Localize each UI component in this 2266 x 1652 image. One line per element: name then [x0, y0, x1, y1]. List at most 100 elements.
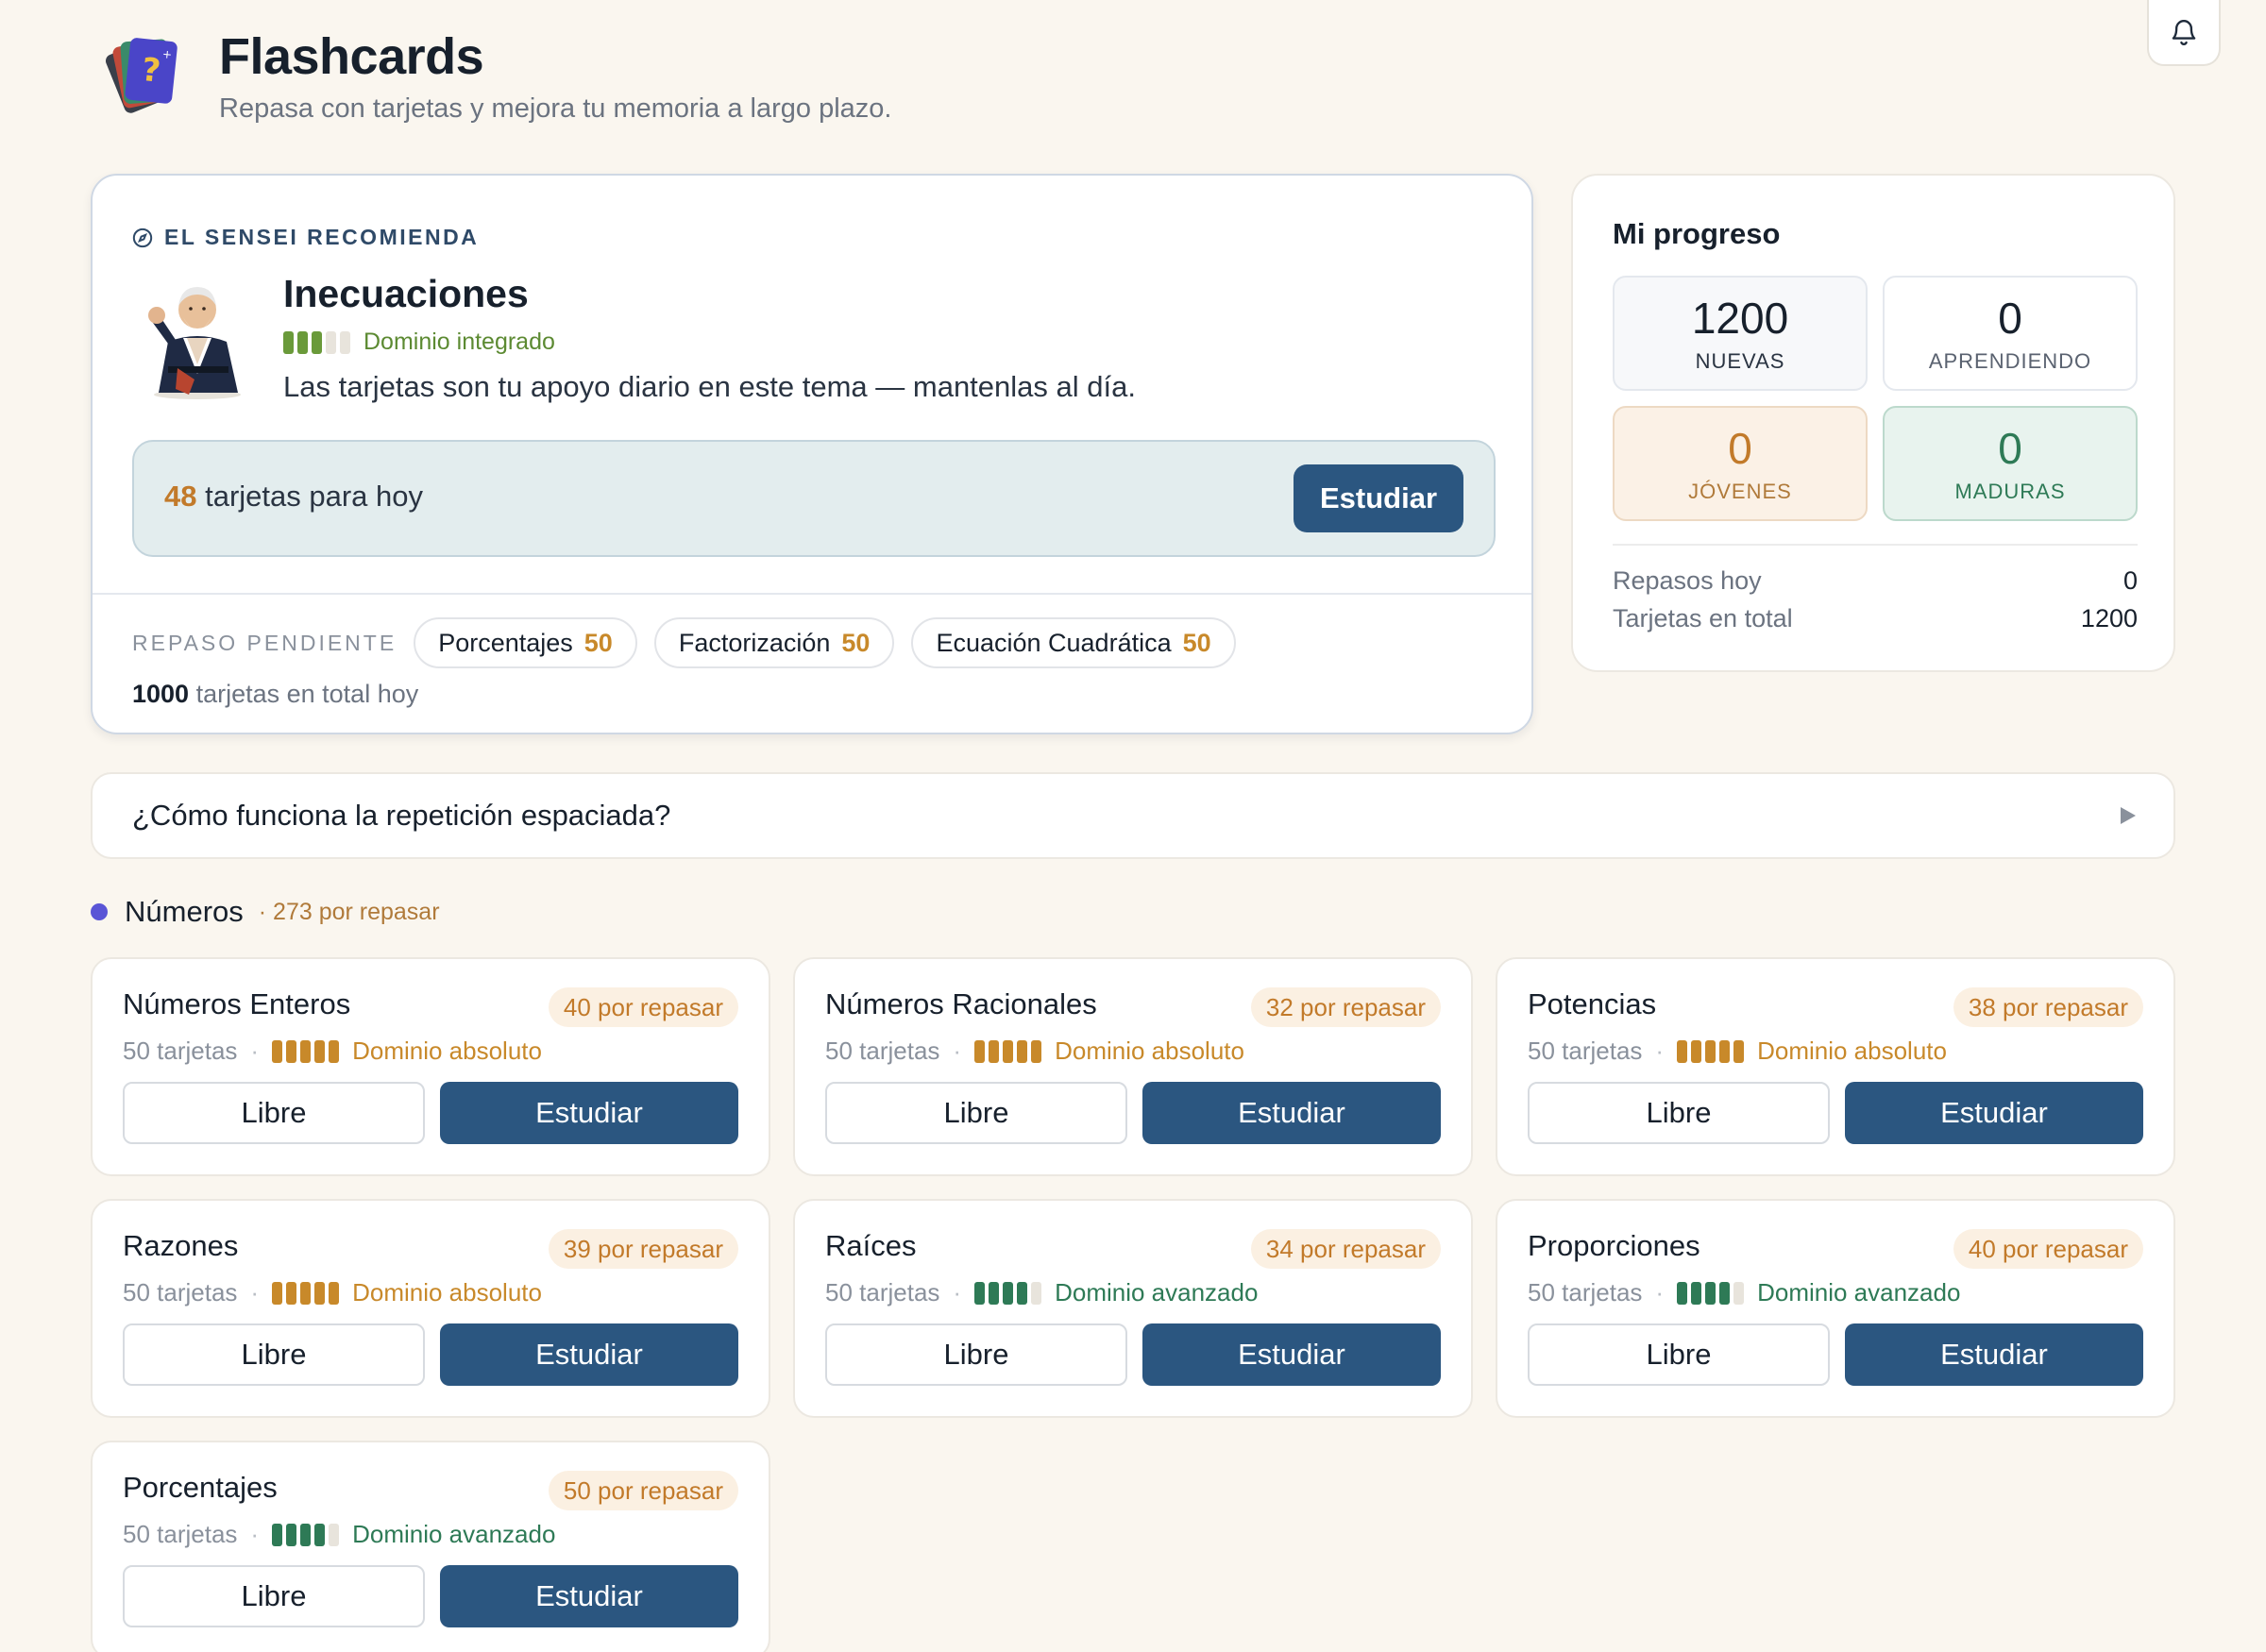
- sensei-avatar: [148, 287, 241, 399]
- mastery-level-bars: [1677, 1039, 1745, 1063]
- flashcards-logo-icon: ? +: [105, 38, 178, 113]
- mastery-bar-filled: [974, 1039, 986, 1063]
- stat-mature-label: MADURAS: [1954, 480, 2066, 503]
- study-button[interactable]: Estudiar: [1845, 1082, 2143, 1144]
- deck-name: Números Racionales: [825, 987, 1097, 1020]
- deck-meta: 50 tarjetas · Dominio absoluto: [825, 1037, 1244, 1066]
- free-study-button[interactable]: Libre: [123, 1565, 425, 1627]
- expand-arrow-icon: [2121, 807, 2136, 824]
- free-study-button[interactable]: Libre: [825, 1082, 1127, 1144]
- mastery-bar-filled: [989, 1281, 1000, 1305]
- pending-chip-ecuacion-cuadratica[interactable]: Ecuación Cuadrática 50: [911, 617, 1236, 668]
- sensei-recommendation-card: EL SENSEI RECOMIENDA Inecuaciones Domini…: [91, 174, 1533, 734]
- mastery-level-bars: [272, 1039, 340, 1063]
- page-subtitle: Repasa con tarjetas y mejora tu memoria …: [219, 93, 892, 124]
- free-study-button[interactable]: Libre: [1528, 1323, 1830, 1386]
- total-today-label: tarjetas en total hoy: [189, 680, 419, 708]
- mastery-bar-filled: [300, 1281, 312, 1305]
- deck-due-badge: 40 por repasar: [1953, 1229, 2143, 1269]
- mastery-level-label: Dominio integrado: [364, 329, 555, 355]
- notifications-button[interactable]: [2147, 0, 2221, 66]
- deck-card-potencias: Potencias 38 por repasar 50 tarjetas · D…: [1496, 957, 2175, 1176]
- stat-learning: 0 APRENDIENDO: [1883, 276, 2138, 391]
- study-button[interactable]: Estudiar: [1845, 1323, 2143, 1386]
- separator-dot: ·: [953, 1278, 962, 1306]
- deck-name: Proporciones: [1528, 1229, 1700, 1262]
- stat-new: 1200 NUEVAS: [1613, 276, 1868, 391]
- study-button[interactable]: Estudiar: [440, 1323, 738, 1386]
- mastery-bar-filled: [329, 1281, 340, 1305]
- stat-mature-value: 0: [1998, 424, 2022, 473]
- deck-mastery-label: Dominio absoluto: [1055, 1037, 1244, 1065]
- study-recommended-button[interactable]: Estudiar: [1294, 464, 1463, 532]
- deck-card-count: 50 tarjetas: [825, 1278, 940, 1306]
- mastery-bar-filled: [1017, 1039, 1028, 1063]
- chip-count: 50: [1182, 628, 1211, 657]
- mastery-bar-filled: [286, 1039, 297, 1063]
- today-cards-count: 48: [164, 480, 197, 513]
- free-study-button[interactable]: Libre: [123, 1082, 425, 1144]
- bell-icon: [2172, 20, 2196, 45]
- study-button[interactable]: Estudiar: [1142, 1082, 1441, 1144]
- mastery-bar-filled: [1677, 1039, 1688, 1063]
- page-title: Flashcards: [219, 27, 484, 85]
- mastery-bar-filled: [1017, 1281, 1028, 1305]
- pending-review-row: REPASO PENDIENTE Porcentajes 50 Factoriz…: [132, 617, 1253, 668]
- mastery-bar-filled: [1719, 1281, 1731, 1305]
- study-button[interactable]: Estudiar: [440, 1082, 738, 1144]
- deck-meta: 50 tarjetas · Dominio absoluto: [123, 1037, 542, 1066]
- pending-chip-factorizacion[interactable]: Factorización 50: [653, 617, 895, 668]
- progress-divider: [1613, 544, 2138, 546]
- deck-name: Potencias: [1528, 987, 1657, 1020]
- deck-due-badge: 38 por repasar: [1953, 987, 2143, 1027]
- mastery-bar-filled: [1705, 1281, 1716, 1305]
- mastery-bar-filled: [1691, 1039, 1702, 1063]
- separator-dot: ·: [953, 1037, 962, 1065]
- section-title: Números: [125, 895, 244, 928]
- deck-card-count: 50 tarjetas: [1528, 1278, 1643, 1306]
- study-button[interactable]: Estudiar: [1142, 1323, 1441, 1386]
- chip-count: 50: [841, 628, 871, 657]
- free-study-button[interactable]: Libre: [1528, 1082, 1830, 1144]
- stat-learning-label: APRENDIENDO: [1928, 349, 2092, 373]
- mastery-bar-filled: [286, 1523, 297, 1546]
- stat-new-label: NUEVAS: [1695, 349, 1785, 373]
- stat-new-value: 1200: [1691, 294, 1789, 343]
- mastery-level-bars: [283, 330, 350, 354]
- separator-dot: ·: [250, 1037, 260, 1065]
- deck-card-raices: Raíces 34 por repasar 50 tarjetas · Domi…: [793, 1199, 1473, 1418]
- deck-due-badge: 50 por repasar: [548, 1471, 738, 1510]
- chip-count: 50: [583, 628, 613, 657]
- deck-mastery-label: Dominio absoluto: [1757, 1037, 1947, 1065]
- mastery-bar-filled: [1705, 1039, 1716, 1063]
- deck-due-badge: 39 por repasar: [548, 1229, 738, 1269]
- mastery-bar-filled: [1003, 1281, 1014, 1305]
- mastery-level-bars: [272, 1523, 340, 1546]
- mastery-bar-filled: [272, 1039, 283, 1063]
- pending-chip-porcentajes[interactable]: Porcentajes 50: [414, 617, 637, 668]
- free-study-button[interactable]: Libre: [123, 1323, 425, 1386]
- deck-meta: 50 tarjetas · Dominio avanzado: [123, 1520, 555, 1549]
- deck-meta: 50 tarjetas · Dominio avanzado: [1528, 1278, 1960, 1307]
- spaced-repetition-accordion[interactable]: ¿Cómo funciona la repetición espaciada?: [91, 772, 2175, 859]
- mastery-level-bars: [974, 1039, 1042, 1063]
- mastery-bar-filled: [300, 1039, 312, 1063]
- stat-young: 0 JÓVENES: [1613, 406, 1868, 521]
- study-button[interactable]: Estudiar: [440, 1565, 738, 1627]
- mastery-bar-filled: [297, 330, 308, 354]
- deck-card-numeros-racionales: Números Racionales 32 por repasar 50 tar…: [793, 957, 1473, 1176]
- chip-name: Ecuación Cuadrática: [936, 628, 1172, 657]
- free-study-button[interactable]: Libre: [825, 1323, 1127, 1386]
- mastery-bar-filled: [1031, 1039, 1042, 1063]
- mastery-bar-empty: [329, 1523, 340, 1546]
- stat-mature: 0 MADURAS: [1883, 406, 2138, 521]
- mastery-level-bars: [974, 1281, 1042, 1305]
- reviews-today-value: 0: [2122, 566, 2138, 595]
- recommended-mastery: Dominio integrado: [283, 329, 555, 356]
- section-due-count: · 273 por repasar: [258, 898, 440, 925]
- deck-due-badge: 34 por repasar: [1250, 1229, 1441, 1269]
- mastery-bar-filled: [314, 1523, 326, 1546]
- mastery-level-bars: [1677, 1281, 1745, 1305]
- accordion-label: ¿Cómo funciona la repetición espaciada?: [132, 799, 671, 832]
- deck-card-razones: Razones 39 por repasar 50 tarjetas · Dom…: [91, 1199, 770, 1418]
